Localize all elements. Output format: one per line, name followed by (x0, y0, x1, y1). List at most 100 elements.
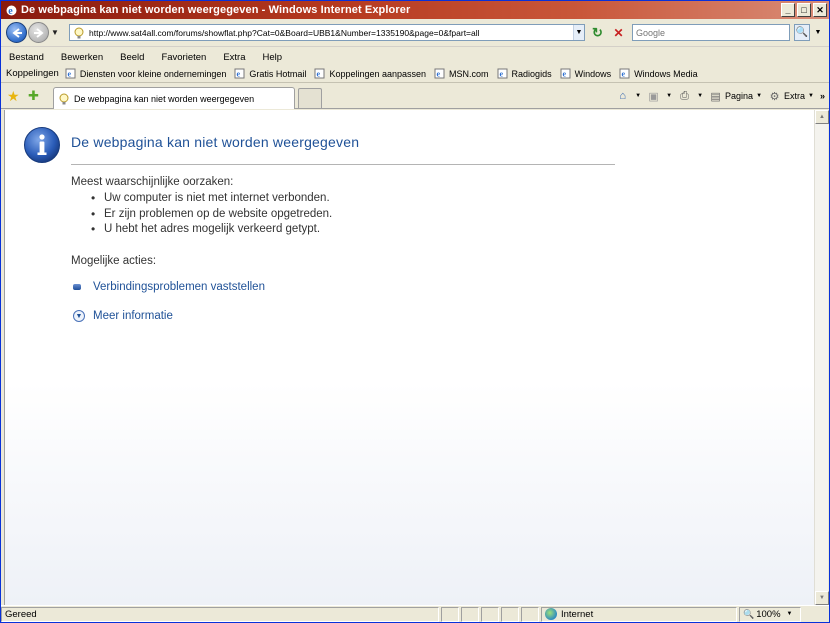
zone-label: Internet (561, 608, 594, 620)
links-label: Koppelingen (6, 68, 59, 79)
page-content: De webpagina kan niet worden weergegeven… (4, 110, 814, 605)
link-item[interactable]: e Diensten voor kleine ondernemingen (65, 68, 226, 79)
maximize-button[interactable]: □ (797, 3, 811, 17)
link-page-icon: e (65, 68, 76, 79)
causes-heading: Meest waarschijnlijke oorzaken: (71, 176, 234, 188)
link-page-icon: e (497, 68, 508, 79)
stop-button[interactable]: ✕ (610, 24, 627, 41)
status-panel (481, 606, 499, 622)
link-page-icon: e (314, 68, 325, 79)
menu-help[interactable]: Help (261, 51, 285, 64)
title-divider (71, 164, 615, 165)
command-bar: ⌂ ▼ ▣ ▼ ⎙ ▼ ▤ Pagina ▼ ⚙ Extra ▼ » (610, 88, 825, 104)
refresh-button[interactable]: ↻ (589, 24, 606, 41)
zoom-level: 100% (756, 608, 781, 620)
status-panel (441, 606, 459, 622)
scroll-down-button[interactable]: ▼ (815, 591, 829, 605)
link-item[interactable]: e Koppelingen aanpassen (314, 68, 426, 79)
list-item: Uw computer is niet met internet verbond… (91, 191, 332, 207)
svg-text:e: e (317, 70, 321, 79)
link-page-icon: e (434, 68, 445, 79)
svg-text:e: e (437, 70, 441, 79)
svg-text:e: e (8, 6, 13, 17)
link-item[interactable]: e Radiogids (497, 68, 552, 79)
links-bar: Koppelingen e Diensten voor kleine ondern… (1, 65, 829, 83)
page-warning-icon (73, 27, 85, 39)
link-item[interactable]: e Windows (560, 68, 611, 79)
page-title: De webpagina kan niet worden weergegeven (71, 134, 360, 150)
search-options-dropdown[interactable]: ▼ (812, 24, 824, 41)
home-button[interactable]: ⌂ ▼ (616, 90, 641, 103)
back-arrow-icon (11, 27, 22, 38)
search-box[interactable] (632, 24, 790, 41)
page-icon: ▤ (710, 90, 721, 103)
diagnose-connection-label[interactable]: Verbindingsproblemen vaststellen (93, 281, 265, 293)
forward-arrow-icon (33, 27, 44, 38)
zoom-control[interactable]: 🔍 100% ▼ (739, 606, 801, 622)
feeds-button[interactable]: ▣ ▼ (647, 90, 672, 103)
menu-view[interactable]: Beeld (118, 51, 146, 64)
window-title: De webpagina kan niet worden weergegeven… (21, 4, 411, 16)
zoom-dropdown-icon: ▼ (786, 611, 793, 617)
link-item[interactable]: e Windows Media (619, 68, 698, 79)
link-item[interactable]: e Gratis Hotmail (234, 68, 306, 79)
menu-edit[interactable]: Bewerken (59, 51, 105, 64)
status-panel (521, 606, 539, 622)
list-item: Er zijn problemen op de website opgetred… (91, 207, 332, 223)
favorites-star-icon[interactable]: ★ (7, 89, 21, 103)
browser-window: e De webpagina kan niet worden weergegev… (0, 0, 830, 623)
vertical-scrollbar[interactable]: ▲ ▼ (814, 110, 829, 605)
more-information-label[interactable]: Meer informatie (93, 310, 173, 322)
page-menu-button[interactable]: ▤ Pagina ▼ (709, 90, 762, 103)
more-information-link[interactable]: ▼ Meer informatie (73, 310, 173, 322)
status-bar: Gereed Internet 🔍 100% ▼ (1, 605, 829, 622)
print-button[interactable]: ⎙ ▼ (678, 90, 703, 103)
add-favorites-icon[interactable]: ✚ (28, 89, 42, 103)
svg-text:e: e (562, 70, 566, 79)
gear-icon: ⚙ (769, 90, 780, 103)
address-toolbar: ▼ http://www.sat4all.com/forums/showflat… (1, 19, 829, 47)
status-panel (501, 606, 519, 622)
close-button[interactable]: ✕ (813, 3, 827, 17)
causes-list: Uw computer is niet met internet verbond… (91, 191, 332, 238)
status-panel (461, 606, 479, 622)
tab-bar: ★ ✚ De webpagina kan niet worden weergeg… (1, 84, 829, 109)
svg-text:e: e (67, 70, 71, 79)
forward-button[interactable] (28, 22, 49, 43)
tab-active[interactable]: De webpagina kan niet worden weergegeven (53, 87, 295, 109)
address-url[interactable]: http://www.sat4all.com/forums/showflat.p… (89, 28, 573, 38)
address-dropdown[interactable]: ▼ (573, 25, 584, 40)
svg-text:e: e (499, 70, 503, 79)
tools-menu-button[interactable]: ⚙ Extra ▼ (768, 90, 814, 103)
printer-icon: ⎙ (680, 89, 689, 102)
search-icon[interactable]: 🔍 (794, 24, 810, 41)
rss-icon: ▣ (648, 90, 659, 103)
menu-favorites[interactable]: Favorieten (159, 51, 208, 64)
title-bar: e De webpagina kan niet worden weergegev… (1, 1, 829, 19)
menu-tools[interactable]: Extra (221, 51, 247, 64)
minimize-button[interactable]: _ (781, 3, 795, 17)
diagnose-connection-link[interactable]: Verbindingsproblemen vaststellen (73, 281, 265, 293)
search-input[interactable] (636, 27, 789, 38)
chevron-right-icon[interactable]: » (820, 91, 825, 101)
new-tab-button[interactable] (298, 88, 322, 108)
tab-title: De webpagina kan niet worden weergegeven (74, 93, 255, 104)
back-button[interactable] (6, 22, 27, 43)
link-page-icon: e (560, 68, 571, 79)
svg-text:e: e (237, 70, 241, 79)
menu-file[interactable]: Bestand (7, 51, 46, 64)
svg-text:e: e (622, 70, 626, 79)
security-zone[interactable]: Internet (541, 606, 737, 622)
link-page-icon: e (234, 68, 245, 79)
actions-heading: Mogelijke acties: (71, 255, 157, 267)
home-icon: ⌂ (619, 90, 626, 102)
globe-icon (545, 608, 557, 620)
scroll-up-button[interactable]: ▲ (815, 110, 829, 124)
info-icon (24, 127, 60, 163)
link-item[interactable]: e MSN.com (434, 68, 489, 79)
list-item: U hebt het adres mogelijk verkeerd getyp… (91, 222, 332, 238)
recent-pages-dropdown[interactable]: ▼ (51, 28, 59, 37)
chevron-down-icon: ▼ (73, 310, 85, 322)
menu-bar: Bestand Bewerken Beeld Favorieten Extra … (1, 48, 829, 66)
address-bar[interactable]: http://www.sat4all.com/forums/showflat.p… (69, 24, 585, 41)
